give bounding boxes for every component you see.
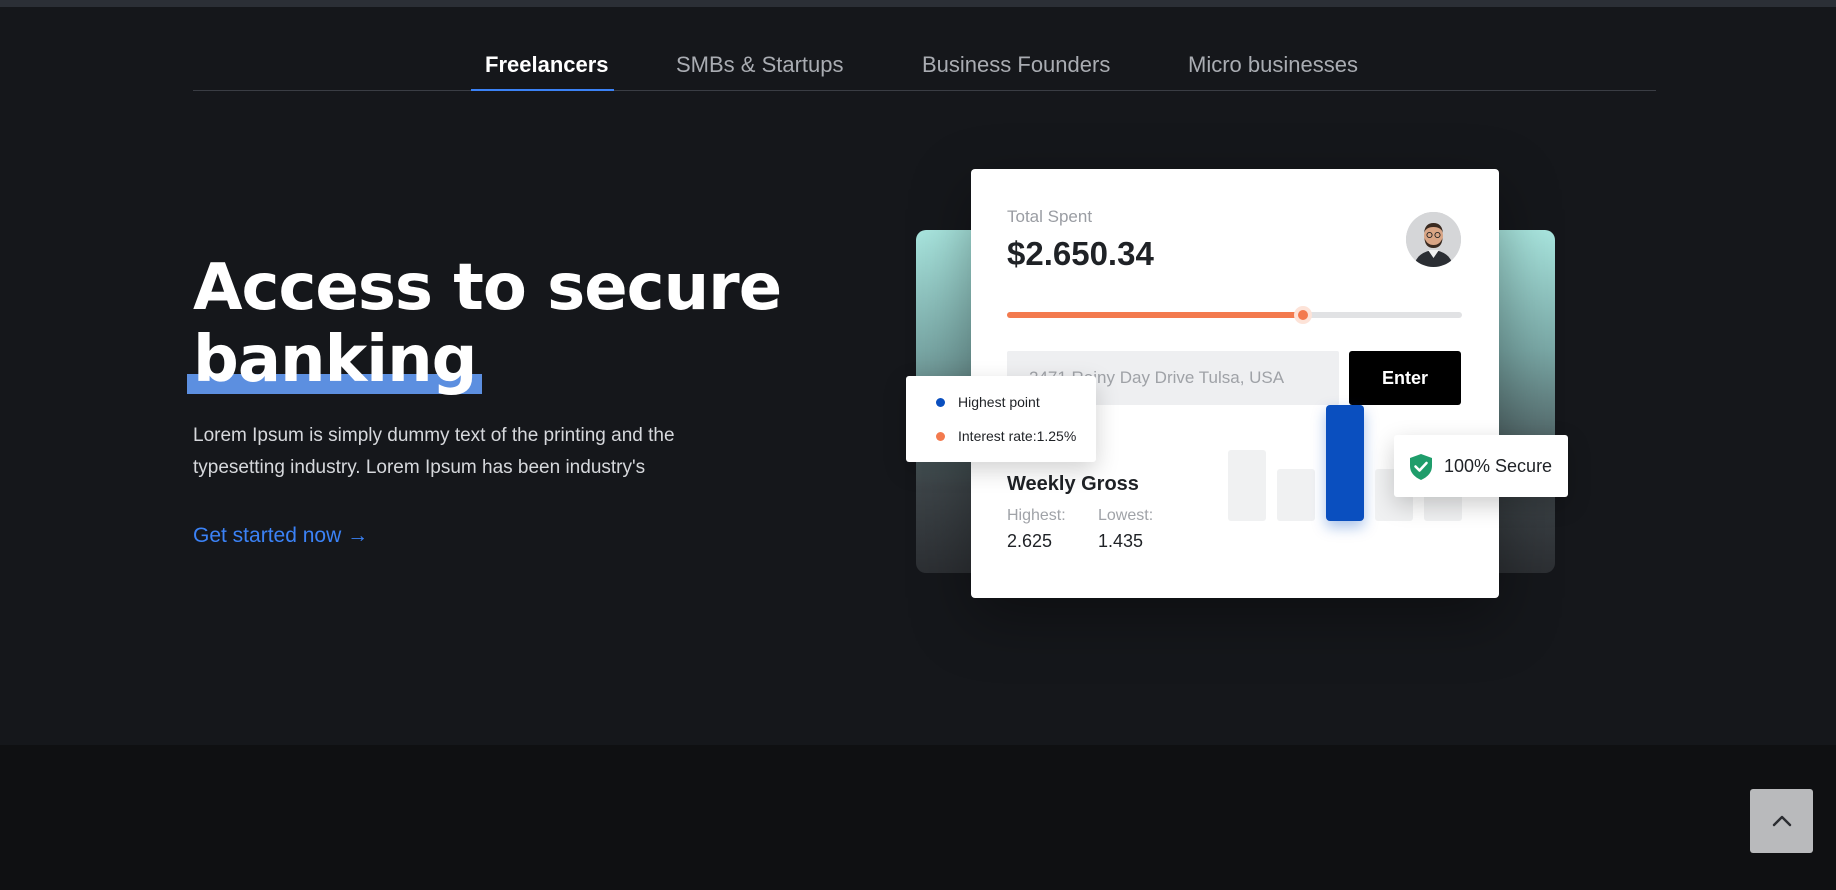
tab-smbs-startups[interactable]: SMBs & Startups [676, 52, 844, 78]
total-spent-amount: $2.650.34 [1007, 235, 1154, 272]
spending-slider[interactable] [1007, 306, 1462, 324]
hero-title: Access to secure banking [187, 251, 813, 397]
weekly-bar-highlight [1326, 405, 1364, 521]
total-spent-label: Total Spent [1007, 207, 1093, 226]
enter-button[interactable]: Enter [1349, 351, 1461, 405]
highest-value: 2.625 [1007, 531, 1053, 551]
user-avatar-icon [1406, 212, 1461, 267]
legend-label: Interest rate:1.25% [958, 428, 1077, 444]
legend-dot-icon [936, 398, 945, 407]
scroll-to-top-button[interactable] [1750, 789, 1813, 853]
tab-micro-businesses[interactable]: Micro businesses [1188, 52, 1358, 78]
secure-badge: 100% Secure [1394, 435, 1568, 497]
lowest-value: 1.435 [1098, 531, 1144, 551]
legend-item-interest: Interest rate:1.25% [936, 428, 1076, 444]
hero-title-line1: Access to secure [193, 251, 782, 325]
legend-label: Highest point [958, 394, 1040, 410]
hero-title-highlight: banking [187, 323, 483, 397]
footer-band [0, 745, 1836, 890]
hero-title-highlight-text: banking [193, 323, 477, 397]
lowest-label: Lowest: [1098, 507, 1154, 524]
highest-label: Highest: [1007, 507, 1066, 524]
hero-description: Lorem Ipsum is simply dummy text of the … [193, 425, 675, 478]
tab-freelancers[interactable]: Freelancers [485, 52, 609, 78]
active-tab-indicator [471, 89, 614, 91]
legend-dot-icon [936, 432, 945, 441]
chevron-up-icon [1772, 815, 1792, 827]
legend-item-highest: Highest point [936, 394, 1040, 410]
chart-legend-popup: Highest point Interest rate:1.25% [906, 376, 1096, 462]
get-started-link[interactable]: Get started now → [193, 524, 368, 548]
secure-label: 100% Secure [1444, 456, 1553, 476]
slider-fill [1007, 312, 1303, 318]
tab-business-founders[interactable]: Business Founders [922, 52, 1110, 78]
weekly-bar [1228, 450, 1266, 521]
tab-bar: Freelancers SMBs & Startups Business Fou… [193, 44, 1656, 91]
weekly-bar [1277, 469, 1315, 521]
top-strip [0, 0, 1836, 7]
slider-handle[interactable] [1293, 306, 1312, 324]
shield-check-icon [1410, 454, 1432, 480]
weekly-gross-title: Weekly Gross [1007, 473, 1139, 495]
